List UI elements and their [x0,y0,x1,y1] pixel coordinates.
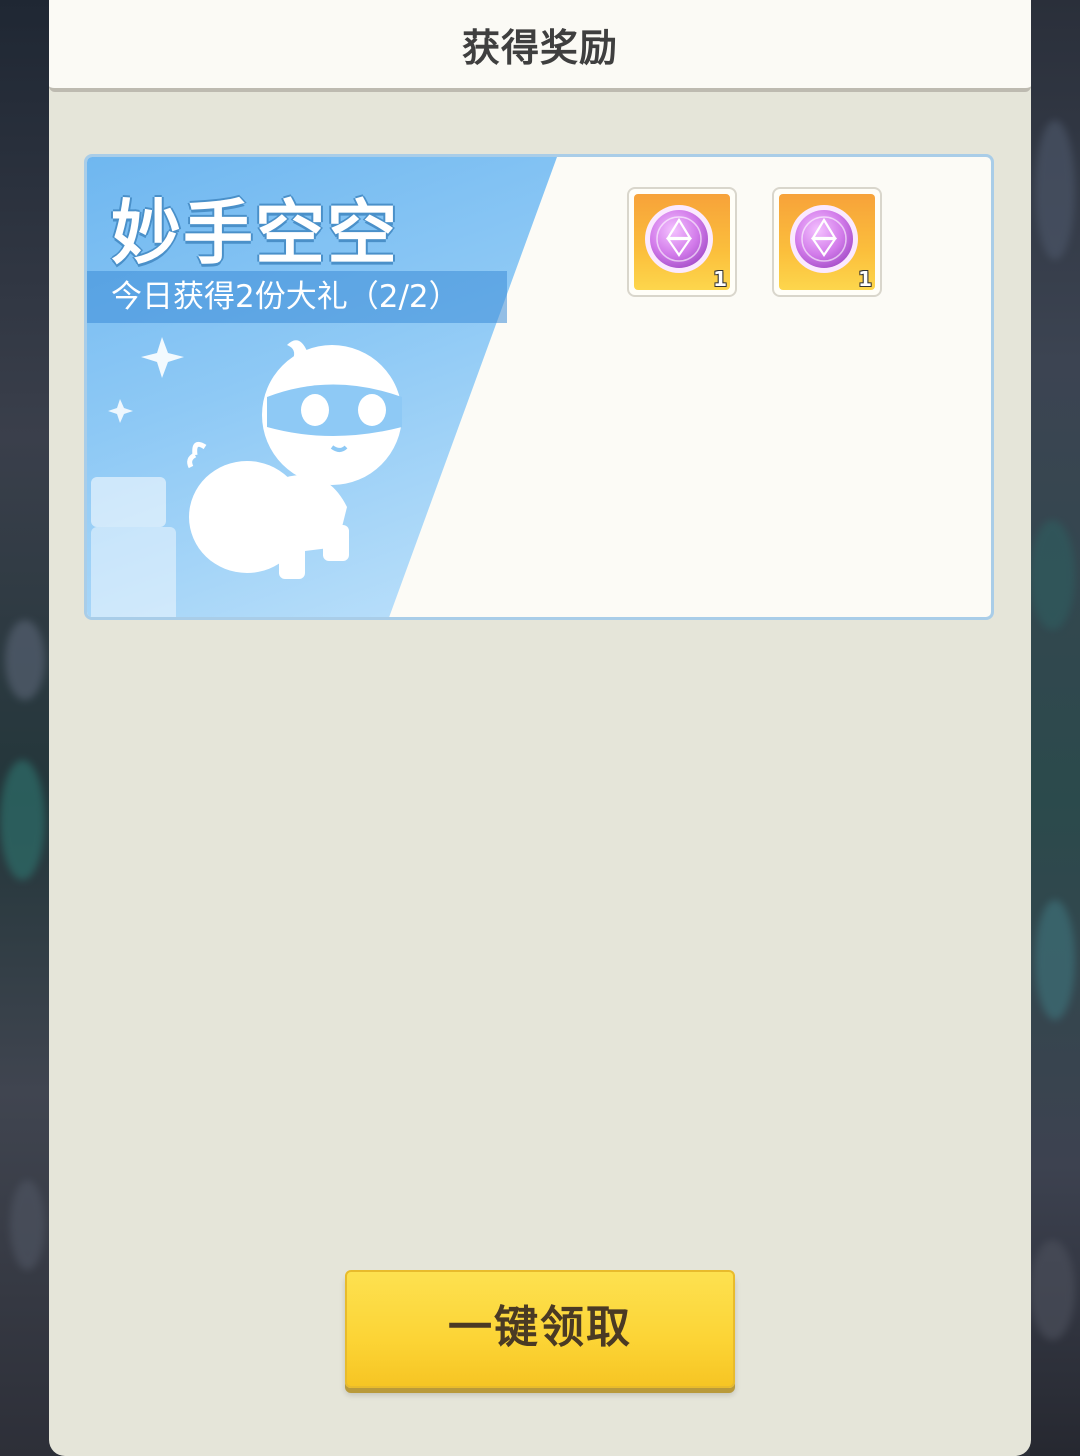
reward-item[interactable]: 1 [772,187,882,297]
reward-count: 1 [858,267,872,291]
reward-item[interactable]: 1 [627,187,737,297]
reward-dialog: 获得奖励 妙手空空 今日获得2份大礼（2/2） 1 1 一键领取 [49,0,1031,1456]
card-title: 妙手空空 [111,192,399,274]
background-left [0,0,50,1456]
background-right [1030,0,1080,1456]
star-coin-icon [645,205,713,273]
star-coin-icon [790,205,858,273]
card-subtitle: 今日获得2份大礼（2/2） [111,279,460,315]
dialog-title: 获得奖励 [461,26,618,70]
reward-count: 1 [713,267,727,291]
claim-all-button[interactable]: 一键领取 [345,1270,735,1388]
thief-mascot-icon [91,337,402,617]
reward-card: 妙手空空 今日获得2份大礼（2/2） 1 1 [84,154,994,620]
